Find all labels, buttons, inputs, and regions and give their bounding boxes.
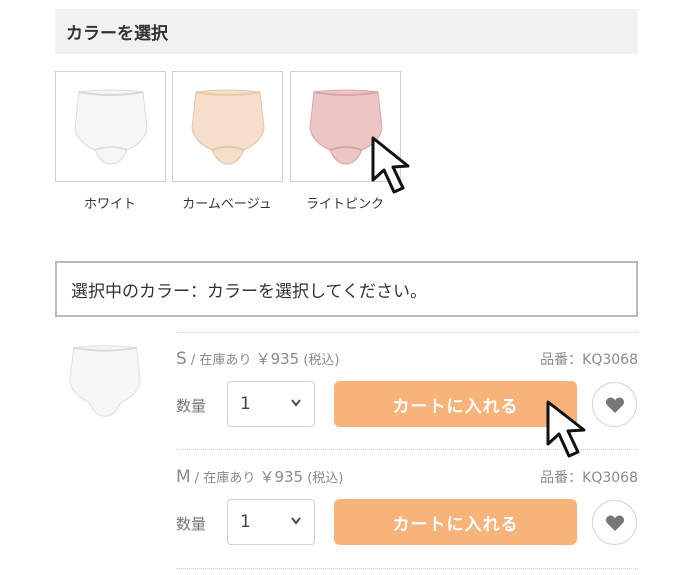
add-to-cart-button[interactable]: カートに入れる xyxy=(334,499,577,545)
variant-size: M xyxy=(176,467,191,487)
variant-divider xyxy=(176,332,638,333)
price: ￥935 xyxy=(255,350,300,368)
variant-size: S xyxy=(176,349,187,369)
color-label-calm-beige: カームベージュ xyxy=(182,197,272,212)
color-label-white: ホワイト xyxy=(83,197,136,212)
briefs-pink-image xyxy=(308,89,383,165)
tax-note: (税込) xyxy=(303,471,344,486)
quantity-select[interactable]: 1 xyxy=(227,499,315,545)
chevron-down-icon xyxy=(291,517,301,525)
variant-divider xyxy=(176,449,638,450)
stock-status: / 在庫あり xyxy=(186,353,256,368)
quantity-label: 数量 xyxy=(176,397,207,415)
variant-m-info: M / 在庫あり ￥935 (税込) xyxy=(176,466,343,487)
quantity-label: 数量 xyxy=(176,515,207,533)
product-sku: 品番：KQ3068 xyxy=(540,352,638,368)
quantity-value: 1 xyxy=(240,512,251,532)
color-swatch-light-pink[interactable] xyxy=(290,71,401,182)
add-to-cart-button[interactable]: カートに入れる xyxy=(334,381,577,427)
color-label-light-pink: ライトピンク xyxy=(305,197,384,212)
variant-divider xyxy=(176,568,638,569)
stock-status: / 在庫あり xyxy=(190,471,260,486)
product-sku: 品番：KQ3068 xyxy=(540,470,638,486)
chevron-down-icon xyxy=(291,399,301,407)
heart-icon xyxy=(605,515,624,531)
briefs-white-image xyxy=(73,89,148,165)
color-swatch-calm-beige[interactable] xyxy=(172,71,283,182)
quantity-select[interactable]: 1 xyxy=(227,381,315,427)
heart-icon xyxy=(605,397,624,413)
color-swatch-white[interactable] xyxy=(55,71,166,182)
product-thumbnail xyxy=(60,340,150,420)
favorite-button[interactable] xyxy=(592,382,637,427)
briefs-beige-image xyxy=(190,89,265,165)
quantity-value: 1 xyxy=(240,394,251,414)
favorite-button[interactable] xyxy=(592,500,637,545)
tax-note: (税込) xyxy=(299,353,340,368)
price: ￥935 xyxy=(259,468,304,486)
section-title: カラーを選択 xyxy=(55,9,638,54)
selected-color-status: 選択中のカラー：カラーを選択してください。 xyxy=(55,261,638,317)
variant-s-info: S / 在庫あり ￥935 (税込) xyxy=(176,348,340,369)
